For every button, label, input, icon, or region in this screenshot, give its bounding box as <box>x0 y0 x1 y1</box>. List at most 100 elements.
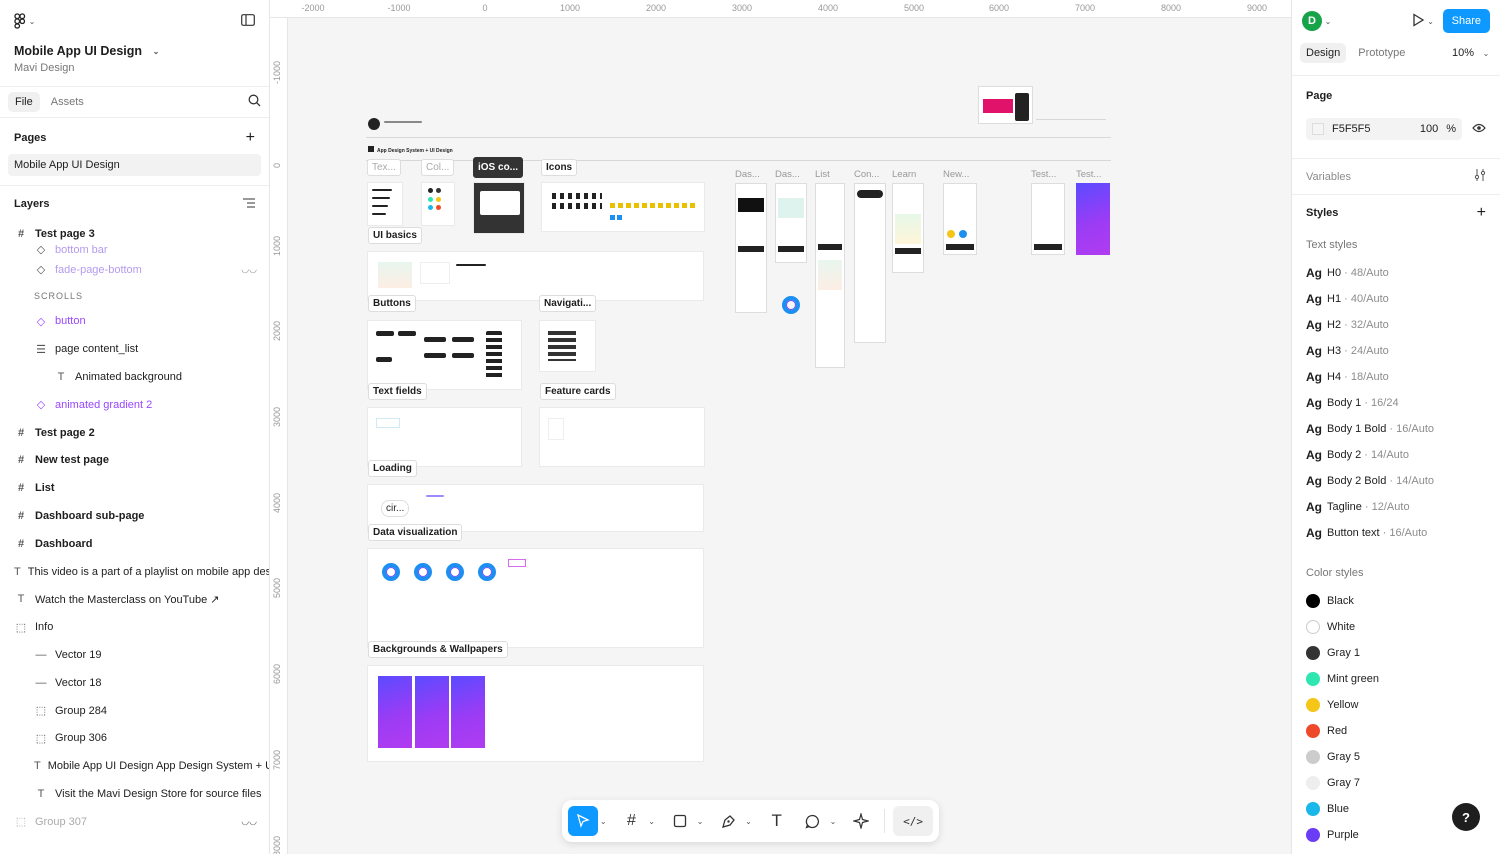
frame-label[interactable]: UI basics <box>368 227 422 244</box>
layer-text[interactable]: T Animated background <box>0 363 269 391</box>
chevron-down-icon[interactable]: ⌄ <box>598 817 608 826</box>
frame-label[interactable]: Data visualization <box>368 524 463 541</box>
page-item[interactable]: Mobile App UI Design <box>8 154 261 176</box>
frame-tool-button[interactable]: # <box>616 806 646 836</box>
frame-label[interactable]: Feature cards <box>540 383 616 400</box>
layer-frame[interactable]: # Test page 2 <box>0 419 269 447</box>
layer-frame[interactable]: # Dashboard <box>0 530 269 558</box>
text-tool-button[interactable]: T <box>762 806 792 836</box>
text-style-item[interactable]: Ag Body 2 · 14/Auto <box>1292 442 1500 468</box>
dev-mode-toggle[interactable]: </> <box>893 806 934 836</box>
ai-tool-button[interactable] <box>846 806 876 836</box>
eye-icon[interactable] <box>1472 123 1486 136</box>
ios-components-frame[interactable] <box>473 182 525 234</box>
color-style-item[interactable]: Mint green <box>1292 666 1500 692</box>
text-style-item[interactable]: Ag H0 · 48/Auto <box>1292 260 1500 286</box>
share-button[interactable]: Share <box>1442 9 1490 33</box>
text-style-item[interactable]: Ag Body 1 Bold · 16/Auto <box>1292 416 1500 442</box>
frame-label[interactable]: List <box>815 169 830 180</box>
frame-label[interactable]: Tex... <box>367 159 401 176</box>
text-style-item[interactable]: Ag Tagline · 12/Auto <box>1292 494 1500 520</box>
layer-frame[interactable]: # Dashboard sub-page <box>0 502 269 530</box>
zoom-control[interactable]: 10% ⌄ <box>1452 47 1492 59</box>
color-style-item[interactable]: Black <box>1292 588 1500 614</box>
text-style-item[interactable]: Ag Body 1 · 16/24 <box>1292 390 1500 416</box>
canvas[interactable]: -2000 -1000 0 1000 2000 3000 4000 5000 6… <box>270 0 1291 854</box>
colors-frame[interactable] <box>421 182 455 226</box>
chevron-down-icon[interactable]: ⌄ <box>743 817 753 826</box>
video-thumbnail[interactable] <box>978 86 1033 124</box>
buttons-frame[interactable] <box>367 320 522 390</box>
text-style-item[interactable]: Ag Body 2 Bold · 14/Auto <box>1292 468 1500 494</box>
layer-frame[interactable]: # List <box>0 474 269 502</box>
frame-label[interactable]: Das... <box>775 169 800 180</box>
layer-text[interactable]: T Mobile App UI Design App Design System … <box>0 752 269 780</box>
test-page-3-screen[interactable] <box>1076 183 1110 255</box>
move-tool-button[interactable] <box>568 806 598 836</box>
hidden-eye-icon[interactable]: ◡◡ <box>241 264 257 275</box>
learn-screen[interactable] <box>892 183 924 273</box>
frame-label[interactable]: New... <box>943 169 969 180</box>
layer-group[interactable]: ⬚ Info <box>0 613 269 641</box>
variables-settings-icon[interactable] <box>1474 169 1486 184</box>
page-background-input[interactable]: F5F5F5 100% <box>1306 118 1462 140</box>
dashboard-subpage-screen[interactable] <box>775 183 807 263</box>
data-viz-frame[interactable] <box>367 548 704 648</box>
color-style-item[interactable]: White <box>1292 614 1500 640</box>
tab-file[interactable]: File <box>8 92 40 112</box>
color-style-item[interactable]: Gray 7 <box>1292 770 1500 796</box>
frame-label[interactable]: Buttons <box>368 295 416 312</box>
text-style-item[interactable]: Ag H3 · 24/Auto <box>1292 338 1500 364</box>
chevron-down-icon[interactable]: ⌄ <box>1425 17 1437 26</box>
add-page-icon[interactable]: + <box>246 129 255 147</box>
help-button[interactable]: ? <box>1452 803 1480 831</box>
text-style-item[interactable]: Ag H4 · 18/Auto <box>1292 364 1500 390</box>
tab-prototype[interactable]: Prototype <box>1352 43 1411 63</box>
layer-instance[interactable]: ◇ button <box>0 308 269 336</box>
file-title[interactable]: Mobile App UI Design ⌄ <box>0 42 269 60</box>
frame-label[interactable]: Icons <box>541 159 578 176</box>
main-menu-button[interactable]: ⌄ <box>14 13 38 29</box>
layer-frame[interactable]: # New test page <box>0 447 269 475</box>
layer-component[interactable]: ◇ fade-page-bottom ◡◡ <box>0 256 269 284</box>
pen-tool-button[interactable] <box>713 806 743 836</box>
layer-instance[interactable]: ◇ animated gradient 2 <box>0 391 269 419</box>
layer-text[interactable]: T This video is a part of a playlist on m… <box>0 558 269 586</box>
hidden-eye-icon[interactable]: ◡◡ <box>241 816 257 827</box>
shape-tool-button[interactable] <box>665 806 695 836</box>
chevron-down-icon[interactable]: ⌄ <box>828 817 838 826</box>
frame-label[interactable]: Backgrounds & Wallpapers <box>368 641 508 658</box>
text-fields-frame[interactable] <box>367 407 522 467</box>
navigation-frame[interactable] <box>539 320 596 372</box>
collapse-layers-icon[interactable] <box>243 198 255 211</box>
frame-label[interactable]: Learn <box>892 169 916 180</box>
tab-design[interactable]: Design <box>1300 43 1347 63</box>
layer-group[interactable]: ⬚ Group 307 ◡◡ <box>0 808 269 836</box>
layer-vector[interactable]: — Vector 18 <box>0 669 269 697</box>
color-style-item[interactable]: Gray 5 <box>1292 744 1500 770</box>
color-style-item[interactable]: Cyan <box>1292 848 1500 854</box>
layer-text[interactable]: T Watch the Masterclass on YouTube ↗ <box>0 586 269 614</box>
chevron-down-icon[interactable]: ⌄ <box>646 817 656 826</box>
tab-assets[interactable]: Assets <box>44 92 91 112</box>
color-style-item[interactable]: Red <box>1292 718 1500 744</box>
feature-cards-frame[interactable] <box>539 407 705 467</box>
frame-label[interactable]: Col... <box>421 159 455 176</box>
dashboard-screen[interactable] <box>735 183 767 313</box>
layer-group[interactable]: ⬚ Group 306 <box>0 725 269 753</box>
layer-text[interactable]: T Visit the Mavi Design Store for source … <box>0 780 269 808</box>
present-play-icon[interactable] <box>1411 12 1425 30</box>
color-style-item[interactable]: Gray 1 <box>1292 640 1500 666</box>
frame-label[interactable]: Test... <box>1031 169 1056 180</box>
new-test-page-screen[interactable] <box>943 183 977 255</box>
text-style-item[interactable]: Ag H1 · 40/Auto <box>1292 286 1500 312</box>
color-style-item[interactable]: Yellow <box>1292 692 1500 718</box>
frame-label[interactable]: Loading <box>368 460 417 477</box>
layer-list[interactable]: ☰ page content_list <box>0 335 269 363</box>
add-style-icon[interactable]: + <box>1477 204 1486 222</box>
layer-group[interactable]: ⬚ Group 284 <box>0 697 269 725</box>
frame-label[interactable]: cir... <box>381 500 410 517</box>
frame-label[interactable]: Text fields <box>368 383 427 400</box>
content-screen[interactable] <box>854 183 886 343</box>
layer-vector[interactable]: — Vector 19 <box>0 641 269 669</box>
